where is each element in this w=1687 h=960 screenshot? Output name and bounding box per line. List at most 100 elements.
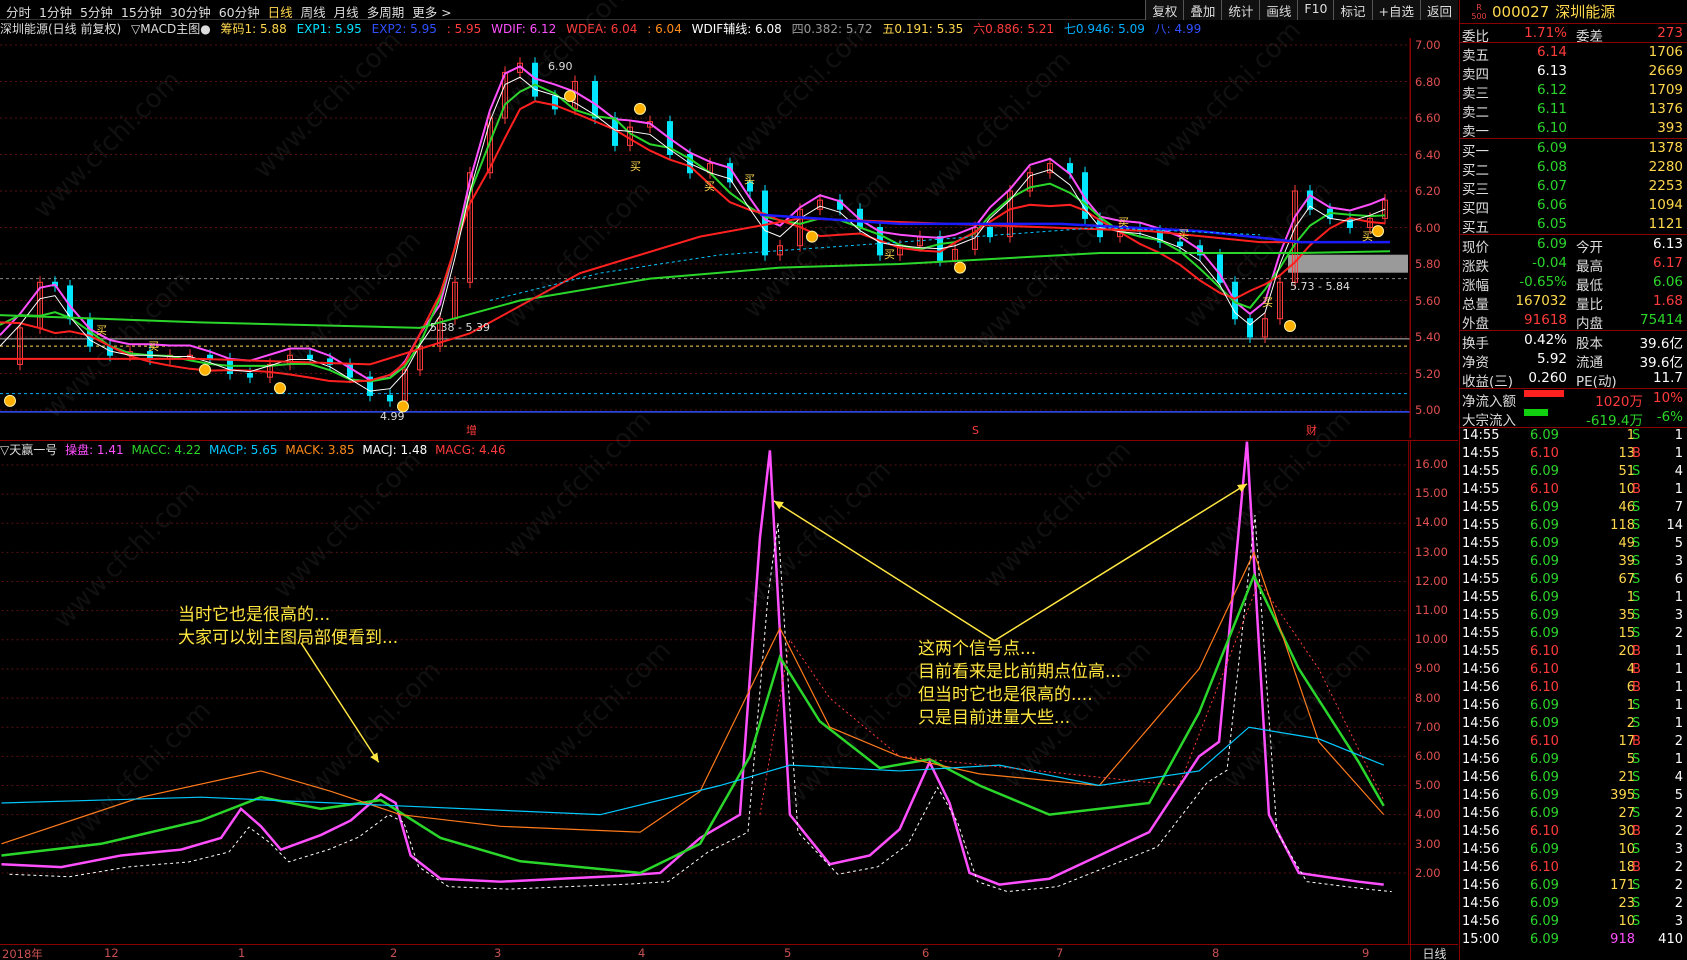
tool-buttons: 复权 叠加 统计 画线 F10 标记 +自选 返回 <box>1145 0 1458 20</box>
tick-count: 1 <box>1674 590 1683 605</box>
axis-tick-label: 5.20 <box>1415 366 1441 381</box>
date-tick-label: 2 <box>390 946 398 960</box>
tick-time: 14:55 <box>1462 554 1500 569</box>
axis-tick-label: 3.00 <box>1415 836 1441 851</box>
tick-side: S <box>1632 626 1641 641</box>
quote-stat-row-2: 涨幅 -0.65% 最低 6.06 <box>1460 273 1687 294</box>
tick-time: 14:56 <box>1462 806 1500 821</box>
tick-count: 3 <box>1674 554 1683 569</box>
tool-button-3[interactable]: 画线 <box>1259 0 1298 20</box>
signal-dot <box>806 230 818 243</box>
axis-tick-label: 16.00 <box>1415 457 1448 471</box>
quote-stat-value: 6.13 <box>1652 236 1683 252</box>
quote-stat-label: 最低 <box>1576 278 1603 294</box>
bid-price: 6.09 <box>1536 140 1567 156</box>
quote-stat-value: -0.04 <box>1532 255 1567 271</box>
tick-row: 14:55 6.09 39 S 3 <box>1460 554 1687 572</box>
tool-button-7[interactable]: 返回 <box>1419 0 1458 20</box>
tick-row: 14:56 6.09 10 S 3 <box>1460 842 1687 860</box>
tick-time: 14:56 <box>1462 896 1500 911</box>
weicha-label: 委差 <box>1576 29 1603 45</box>
annotation-left-line2: 大家可以划主图局部便看到... <box>178 628 399 648</box>
tick-time: 14:56 <box>1462 698 1500 713</box>
ask-price: 6.11 <box>1536 101 1567 117</box>
period-tab-9[interactable]: 多周期 <box>363 2 409 21</box>
tick-count: 5 <box>1674 536 1683 551</box>
period-indicator-button[interactable]: 日线 <box>1410 944 1458 960</box>
tick-row: 14:55 6.09 35 S 3 <box>1460 608 1687 626</box>
tool-button-1[interactable]: 叠加 <box>1183 0 1222 20</box>
ask-volume: 393 <box>1657 120 1683 136</box>
tool-button-0[interactable]: 复权 <box>1145 0 1184 20</box>
tick-list[interactable]: 14:55 6.09 1 S 1 14:55 6.10 13 B 1 14:55 6.09 51 S 4 14… <box>1460 428 1687 950</box>
arrow-to-may-peak <box>773 500 995 642</box>
bid-volume: 1094 <box>1648 197 1683 213</box>
fund-stat-label: 流通 <box>1576 355 1603 371</box>
wdif-line <box>0 65 1386 382</box>
tick-price: 6.09 <box>1530 878 1559 893</box>
axis-tick-label: 15.00 <box>1415 486 1448 501</box>
buy-signal-label: 买 <box>884 248 895 261</box>
period-tab-0[interactable]: 分时 <box>2 2 35 21</box>
axis-tick-label: 4.00 <box>1415 807 1441 822</box>
chouma-value: 筹码1: 5.88 <box>220 22 287 36</box>
annotation-right-line1: 这两个信号点... <box>918 639 1037 659</box>
quote-stat-row-0: 现价 6.09 今开 6.13 <box>1460 235 1687 256</box>
fund-stat-label: 净资 <box>1462 355 1489 371</box>
tick-count: 5 <box>1674 788 1683 803</box>
bid-label: 买二 <box>1462 163 1489 179</box>
ask-row-1: 卖四 6.13 2669 <box>1460 62 1687 83</box>
date-tick-label: 8 <box>1212 946 1220 960</box>
weibi-row: 委比 1.71% 委差 273 <box>1460 24 1687 45</box>
wdea-value: WDEA: 6.04 <box>566 22 638 36</box>
period-tab-5[interactable]: 60分钟 <box>215 2 264 21</box>
period-tab-3[interactable]: 15分钟 <box>117 2 166 21</box>
arrow-to-feb-peak <box>300 642 380 763</box>
quote-stat-value: 6.06 <box>1652 274 1683 290</box>
buy-signal-label: 买 <box>1178 228 1189 241</box>
ask-label: 卖二 <box>1462 105 1489 121</box>
event-mark-s: S <box>972 424 979 437</box>
tool-button-5[interactable]: 标记 <box>1333 0 1372 20</box>
tick-row: 14:55 6.10 20 B 1 <box>1460 644 1687 662</box>
flow-percent: -6% <box>1656 409 1683 425</box>
main-indicator-line: 深圳能源(日线 前复权) ▽MACD主图● 筹码1: 5.88 EXP1: 5.… <box>0 20 1410 38</box>
tick-price: 6.09 <box>1530 572 1559 587</box>
tick-count: 2 <box>1674 824 1683 839</box>
period-tab-7[interactable]: 周线 <box>297 2 330 21</box>
tick-price: 6.09 <box>1530 608 1559 623</box>
fund-stat-value: 0.260 <box>1528 370 1567 386</box>
tick-side: B <box>1632 680 1641 695</box>
period-tab-1[interactable]: 1分钟 <box>35 2 76 21</box>
period-tab-4[interactable]: 30分钟 <box>166 2 215 21</box>
tool-button-2[interactable]: 统计 <box>1221 0 1260 20</box>
period-tab-2[interactable]: 5分钟 <box>76 2 117 21</box>
tick-row: 14:55 6.10 13 B 1 <box>1460 446 1687 464</box>
quote-stat-row-4: 外盘 91618 内盘 75414 <box>1460 311 1687 332</box>
quote-stat-value: 75414 <box>1640 312 1683 328</box>
tick-time: 14:56 <box>1462 914 1500 929</box>
tick-time: 14:55 <box>1462 482 1500 497</box>
indicator-select[interactable]: ▽MACD主图● <box>131 22 211 36</box>
tool-button-4[interactable]: F10 <box>1297 0 1334 20</box>
ask-volume: 1709 <box>1648 82 1683 98</box>
period-tab-8[interactable]: 月线 <box>330 2 363 21</box>
tick-row: 14:56 6.09 395 S 5 <box>1460 788 1687 806</box>
tick-price: 6.10 <box>1530 734 1559 749</box>
sub-indicator-chart[interactable] <box>0 440 1458 945</box>
main-kline-chart[interactable]: 6.904.995.38 - 5.395.73 - 5.84买买买买买买买买买买… <box>0 38 1458 438</box>
tool-button-6[interactable]: +自选 <box>1371 0 1420 20</box>
event-mark-cai: 财 <box>1306 423 1317 437</box>
candle-body <box>762 190 768 256</box>
event-mark-zeng: 增 <box>466 423 477 437</box>
tick-side: B <box>1632 644 1641 659</box>
period-tab-10[interactable]: 更多 > <box>408 2 455 21</box>
bid-price: 6.05 <box>1536 216 1567 232</box>
tick-side: S <box>1632 536 1641 551</box>
period-tab-6[interactable]: 日线 <box>264 2 297 21</box>
tick-side: B <box>1632 824 1641 839</box>
fund-stat-label: 收益(三) <box>1462 374 1514 390</box>
quote-stat-row-3: 总量 167032 量比 1.68 <box>1460 292 1687 313</box>
arrow-shaft <box>773 500 995 642</box>
tick-price: 6.09 <box>1530 752 1559 767</box>
